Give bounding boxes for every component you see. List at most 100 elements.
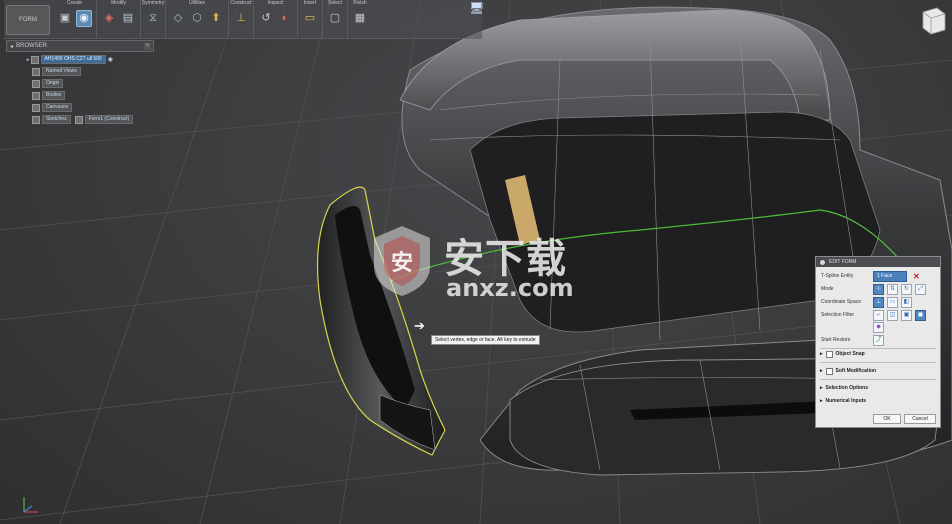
close-icon[interactable]: × — [144, 42, 151, 50]
component-icon — [30, 55, 39, 64]
cursor-tooltip: Select vertex, edge or face. Alt key to … — [431, 335, 540, 345]
tree-item-label: Named Views — [42, 67, 81, 76]
measure-icon[interactable]: ↺ — [258, 10, 274, 27]
folder-icon — [32, 115, 40, 124]
plane-icon[interactable]: ⊥ — [233, 10, 249, 27]
tree-item-bodies[interactable]: Bodies — [32, 91, 66, 100]
tree-item-label: AH1400 OHS C2T ull 500 — [40, 55, 106, 64]
group-label-insert: Insert — [303, 0, 317, 6]
watermark: 安 安下载 anxz.com — [368, 224, 586, 304]
radio-icon[interactable]: ◉ — [108, 56, 113, 63]
group-label-create: Create — [66, 0, 82, 6]
divider — [820, 362, 936, 363]
insert-icon[interactable]: ▭ — [302, 10, 318, 27]
clear-selection-icon[interactable]: ✕ — [913, 272, 920, 281]
object-snap-checkbox[interactable] — [825, 350, 833, 358]
group-insert: Insert ▭ — [298, 0, 323, 38]
edit-form-icon[interactable]: ◈ — [101, 10, 117, 27]
section-label: Soft Modification — [835, 368, 877, 374]
row-start-restore: Start Restore ⤴ — [821, 334, 937, 346]
eye-icon[interactable] — [74, 115, 83, 124]
collapse-icon[interactable]: ◂ — [10, 43, 13, 50]
expand-icon[interactable]: ◂ — [26, 57, 29, 63]
tree-item-label: Sketches — [42, 115, 71, 124]
tree-item-label: Bodies — [42, 91, 66, 100]
group-finish: Finish ▦ — [348, 0, 372, 38]
workspace-switcher[interactable]: FORM — [6, 5, 50, 35]
svg-text:安: 安 — [391, 250, 413, 276]
group-label-inspect: Inspect — [267, 0, 284, 6]
soft-modification-checkbox[interactable] — [825, 367, 833, 375]
group-symmetry: Symmetry ⧖ — [141, 0, 166, 38]
3d-viewport[interactable]: FORM Create ▣ ◉ Modify ◈ ▤ Symmetry ⧖ Util… — [0, 0, 952, 524]
viewcube[interactable] — [915, 4, 949, 38]
row-label: Mode — [821, 286, 834, 292]
cancel-button[interactable]: Cancel — [904, 414, 936, 424]
expand-arrow-icon[interactable]: ▸ — [820, 385, 823, 391]
multi-mode-icon[interactable]: ⊹ — [873, 283, 884, 295]
section-soft-modification[interactable]: ▸ Soft Modification — [820, 366, 936, 376]
workspace-label: FORM — [19, 17, 37, 23]
monitor-icon[interactable]: 🖥 — [469, 1, 485, 15]
cylinder-icon[interactable]: ◉ — [76, 10, 92, 27]
edge-filter-icon[interactable]: ◫ — [887, 309, 898, 321]
expand-arrow-icon[interactable]: ▸ — [820, 368, 823, 374]
box-icon[interactable]: ▣ — [57, 10, 73, 27]
tree-item-label: Canvases — [42, 103, 73, 112]
tree-item-label: Origin — [42, 79, 64, 88]
world-space-icon[interactable]: ⊥ — [873, 296, 884, 308]
folder-icon — [32, 79, 40, 88]
repair-icon[interactable]: ◇ — [170, 10, 186, 27]
ok-button[interactable]: OK — [873, 414, 901, 424]
insert-edge-icon[interactable]: ▤ — [120, 10, 136, 27]
panel-bullet-icon — [820, 259, 825, 265]
restore-icon[interactable]: ⤴ — [873, 334, 884, 346]
expand-arrow-icon[interactable]: ▸ — [820, 398, 823, 404]
tree-item-root[interactable]: ◂ AH1400 OHS C2T ull 500 ◉ — [26, 55, 113, 64]
zebra-icon[interactable]: ◐ — [277, 10, 293, 27]
convert-icon[interactable]: ⬡ — [189, 10, 205, 27]
symmetry-icon[interactable]: ⧖ — [145, 10, 161, 27]
row-label: T-Spline Entity — [821, 273, 854, 279]
row-label: Selection Filter — [821, 312, 855, 318]
browser-panel: ◂ BROWSER × — [6, 40, 154, 52]
group-create: Create ▣ ◉ — [53, 0, 97, 38]
face-filter-icon[interactable]: ▣ — [901, 309, 912, 321]
tree-item-sketches[interactable]: Sketches Form1 (Construct) — [32, 115, 134, 124]
vertex-filter-icon[interactable]: ⌐ — [873, 309, 884, 321]
group-label-select: Select — [328, 0, 342, 6]
body-filter-icon[interactable]: ◼ — [915, 309, 926, 321]
rotate-mode-icon[interactable]: ↻ — [901, 283, 912, 295]
group-select: Select ▢ — [323, 0, 348, 38]
section-label: Selection Options — [825, 385, 869, 391]
panel-title: EDIT FORM — [829, 259, 857, 265]
section-numerical-inputs[interactable]: ▸ Numerical Inputs — [820, 396, 936, 406]
object-filter-icon[interactable]: ◆ — [873, 321, 884, 333]
tree-item-origin[interactable]: Origin — [32, 79, 64, 88]
scale-mode-icon[interactable]: ⤢ — [915, 283, 926, 295]
row-extra-filter: ◆ — [821, 321, 937, 333]
view-space-icon[interactable]: ▭ — [887, 296, 898, 308]
move-cursor-icon: ➔ — [414, 318, 425, 333]
group-modify: Modify ◈ ▤ — [97, 0, 141, 38]
axis-triad-icon — [23, 497, 38, 513]
group-inspect: Inspect ↺ ◐ — [254, 0, 298, 38]
translate-mode-icon[interactable]: ⇅ — [887, 283, 898, 295]
section-object-snap[interactable]: ▸ Object Snap — [820, 349, 936, 359]
group-label-construct: Construct — [230, 0, 252, 6]
browser-header[interactable]: ◂ BROWSER × — [6, 40, 154, 52]
section-selection-options[interactable]: ▸ Selection Options — [820, 383, 936, 393]
entity-selection-chip[interactable]: 1 Face — [873, 270, 907, 282]
tree-item-named-views[interactable]: Named Views — [32, 67, 81, 76]
tree-item-canvases[interactable]: Canvases — [32, 103, 73, 112]
select-icon[interactable]: ▢ — [327, 10, 343, 27]
local-space-icon[interactable]: ◧ — [901, 296, 912, 308]
pull-icon[interactable]: ⬆ — [208, 10, 224, 27]
finish-form-icon[interactable]: ▦ — [352, 10, 368, 27]
folder-icon — [32, 103, 40, 112]
group-utilities: Utilities ◇ ⬡ ⬆ — [166, 0, 229, 38]
watermark-en: anxz.com — [446, 274, 574, 302]
row-label: Start Restore — [821, 337, 851, 343]
row-label: Coordinate Space — [821, 299, 862, 305]
expand-arrow-icon[interactable]: ▸ — [820, 351, 823, 357]
